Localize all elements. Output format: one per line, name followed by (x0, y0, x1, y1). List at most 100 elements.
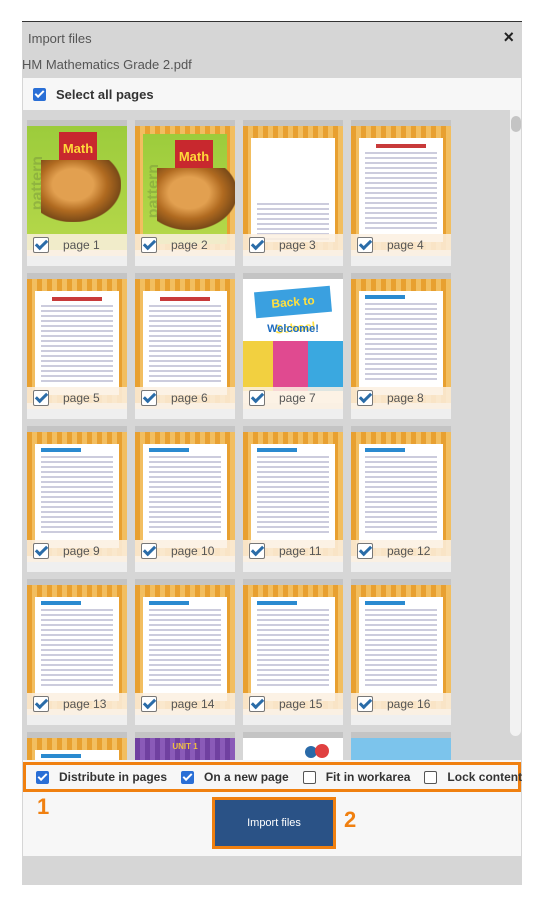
page-card[interactable]: page 3 (243, 120, 343, 266)
page-footer: page 6 (135, 387, 235, 409)
page-checkbox[interactable] (249, 390, 265, 406)
option-label: On a new page (204, 770, 289, 784)
page-card[interactable]: pattern Math page 2 (135, 120, 235, 266)
page-thumbnail (27, 738, 127, 760)
page-grid: pattern Math page 1 pattern Math page 2 page 3… (27, 120, 451, 760)
page-checkbox[interactable] (33, 390, 49, 406)
page-checkbox[interactable] (357, 696, 373, 712)
page-checkbox[interactable] (357, 237, 373, 253)
page-paper (251, 138, 335, 242)
page-card[interactable]: page 12 (351, 426, 451, 572)
page-label: page 9 (63, 544, 100, 558)
scrollbar-thumb[interactable] (511, 116, 521, 132)
page-footer: page 1 (27, 234, 127, 256)
page-checkbox[interactable] (249, 696, 265, 712)
page-thumbnail (243, 738, 343, 760)
page-label: page 8 (387, 391, 424, 405)
page-label: page 2 (171, 238, 208, 252)
option-checkbox[interactable] (424, 770, 438, 784)
page-paper (143, 597, 227, 701)
page-paper (251, 444, 335, 548)
page-card[interactable]: page 14 (135, 579, 235, 725)
page-card[interactable]: pattern Math page 1 (27, 120, 127, 266)
page-checkbox[interactable] (249, 237, 265, 253)
option-checkbox[interactable] (181, 770, 195, 784)
page-card[interactable]: Back to School Welcome! page 7 (243, 273, 343, 419)
option-label: Fit in workarea (325, 770, 411, 784)
page-card[interactable]: page 13 (27, 579, 127, 725)
page-thumbnail (351, 126, 451, 250)
page-paper (359, 444, 443, 548)
import-button-highlight: Import files (212, 797, 336, 849)
option-checkbox[interactable] (302, 770, 316, 784)
page-footer: page 10 (135, 540, 235, 562)
page-paper (359, 291, 443, 395)
option-lock-content[interactable]: Lock content (424, 770, 522, 784)
page-footer: page 7 (243, 387, 343, 409)
page-card[interactable]: page 10 (135, 426, 235, 572)
option-on-a-new-page[interactable]: On a new page (181, 770, 289, 784)
page-checkbox[interactable] (33, 543, 49, 559)
page-footer: page 8 (351, 387, 451, 409)
page-paper (143, 444, 227, 548)
page-thumbnail (351, 432, 451, 556)
page-footer: page 14 (135, 693, 235, 715)
page-card[interactable]: page 11 (243, 426, 343, 572)
page-checkbox[interactable] (141, 237, 157, 253)
page-card[interactable]: page 9 (27, 426, 127, 572)
select-all-row[interactable]: Select all pages (23, 78, 521, 110)
page-card[interactable]: page 15 (243, 579, 343, 725)
dialog-title: Import files (28, 31, 92, 46)
page-thumbnail: pattern Math (27, 126, 127, 250)
page-card[interactable]: page 5 (27, 273, 127, 419)
page-checkbox[interactable] (357, 543, 373, 559)
page-label: page 1 (63, 238, 100, 252)
page-thumbnail: pattern Math (135, 126, 235, 250)
page-checkbox[interactable] (357, 390, 373, 406)
math-logo: Math (175, 140, 213, 170)
page-card[interactable]: page 4 (351, 120, 451, 266)
page-thumbnail (243, 585, 343, 709)
option-checkbox[interactable] (36, 770, 49, 784)
page-card[interactable]: page 6 (135, 273, 235, 419)
option-label: Lock content (447, 770, 523, 784)
page-card[interactable]: page 16 (351, 579, 451, 725)
page-label: page 3 (279, 238, 316, 252)
page-card[interactable]: UNIT 1 (135, 732, 235, 760)
page-thumbnail (351, 738, 451, 760)
import-files-button[interactable]: Import files (215, 800, 333, 846)
page-checkbox[interactable] (141, 696, 157, 712)
page-card[interactable]: page 8 (351, 273, 451, 419)
page-thumbnail: Back to School Welcome! (243, 279, 343, 403)
page-label: page 5 (63, 391, 100, 405)
page-grid-viewport: pattern Math page 1 pattern Math page 2 page 3… (23, 110, 521, 760)
page-checkbox[interactable] (33, 696, 49, 712)
page-card[interactable] (351, 732, 451, 760)
page-checkbox[interactable] (141, 390, 157, 406)
close-icon[interactable]: × (503, 27, 514, 47)
import-dialog: Import files × HM Mathematics Grade 2.pd… (22, 21, 522, 885)
option-label: Distribute in pages (59, 770, 168, 784)
page-card[interactable] (27, 732, 127, 760)
scrollbar[interactable] (510, 110, 521, 736)
page-card[interactable] (243, 732, 343, 760)
page-checkbox[interactable] (249, 543, 265, 559)
page-thumbnail (135, 585, 235, 709)
page-label: page 11 (279, 544, 322, 558)
page-thumbnail (27, 279, 127, 403)
page-checkbox[interactable] (33, 237, 49, 253)
page-checkbox[interactable] (141, 543, 157, 559)
page-footer: page 15 (243, 693, 343, 715)
back-to-school-logo: Back to School (254, 285, 332, 337)
select-all-label: Select all pages (56, 86, 154, 102)
import-options: Distribute in pages On a new page Fit in w… (23, 762, 522, 792)
select-all-checkbox[interactable] (33, 87, 46, 101)
page-label: page 4 (387, 238, 424, 252)
option-fit-in-workarea[interactable]: Fit in workarea (302, 770, 411, 784)
page-thumbnail (351, 279, 451, 403)
welcome-text: Welcome! (267, 323, 319, 335)
page-thumbnail (243, 126, 343, 250)
page-thumbnail (135, 432, 235, 556)
option-distribute-in-pages[interactable]: Distribute in pages (36, 770, 167, 784)
page-footer: page 12 (351, 540, 451, 562)
